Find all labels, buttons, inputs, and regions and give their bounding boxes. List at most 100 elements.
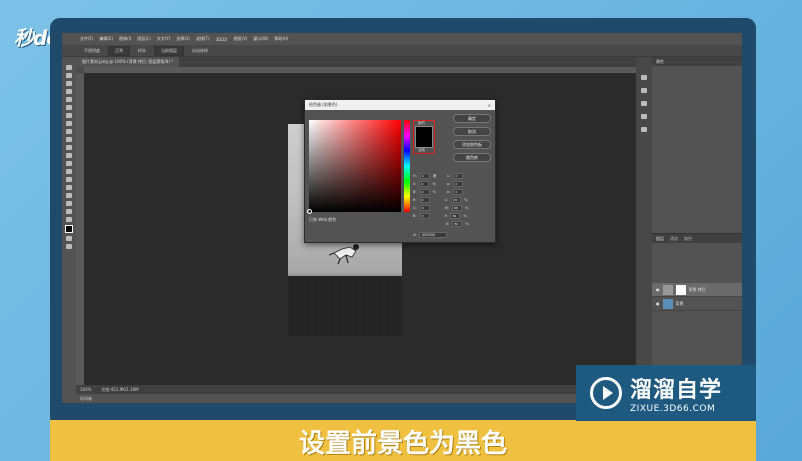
hue-slider[interactable]: [404, 120, 410, 212]
web-colors-checkbox[interactable]: 只有 Web 颜色: [309, 217, 336, 223]
yellow-input[interactable]: 89: [450, 213, 461, 219]
tab-layers[interactable]: 图层: [656, 236, 664, 242]
paragraph-panel-icon[interactable]: [641, 101, 647, 106]
add-to-swatches-button[interactable]: 添加到色板: [453, 140, 491, 149]
hand-tool-icon[interactable]: [66, 209, 72, 214]
hue-input[interactable]: 0: [419, 173, 430, 179]
menu-select[interactable]: 选择(S): [176, 36, 190, 42]
lasso-tool-icon[interactable]: [66, 81, 72, 86]
quick-mask-icon[interactable]: [66, 236, 72, 241]
brightness-input[interactable]: 0: [419, 189, 430, 195]
foreground-color-swatch[interactable]: [65, 225, 73, 233]
dialog-titlebar: 拾色器 (前景色) ×: [305, 100, 495, 110]
zoom-tool-icon[interactable]: [66, 217, 72, 222]
gradient-tool-icon[interactable]: [66, 153, 72, 158]
opacity-label: 不透明度: [84, 47, 100, 53]
grass-field: [288, 276, 402, 336]
brand-name: 溜溜自学: [630, 378, 723, 403]
subtitle-caption: 设置前景色为黑色: [298, 429, 507, 459]
color-field-cursor[interactable]: [307, 209, 312, 214]
zoom-level[interactable]: 100%: [80, 387, 91, 392]
adjustments-panel-icon[interactable]: [641, 88, 647, 93]
document-tab[interactable]: 图片素材.jpeg @ 100% (背景 拷贝, 图层蒙版/8) *: [76, 57, 180, 67]
screen-mode-icon[interactable]: [66, 244, 72, 249]
auto-erase-checkbox[interactable]: 自动抹除: [192, 48, 208, 54]
menu-help[interactable]: 帮助(H): [274, 36, 288, 42]
black-input[interactable]: 80: [452, 221, 463, 227]
tools-panel: [62, 57, 76, 403]
green-input[interactable]: 0: [419, 205, 430, 211]
history-brush-tool-icon[interactable]: [66, 137, 72, 142]
magenta-input[interactable]: 88: [452, 205, 463, 211]
stamp-tool-icon[interactable]: [66, 129, 72, 134]
dialog-title: 拾色器 (前景色): [309, 102, 338, 107]
timeline-label[interactable]: 时间轴: [80, 396, 92, 402]
layer-name: 背景 拷贝: [688, 286, 706, 292]
menu-view[interactable]: 视图(V): [233, 36, 247, 42]
dodge-tool-icon[interactable]: [66, 169, 72, 174]
ok-button[interactable]: 确定: [453, 114, 491, 123]
menu-image[interactable]: 图像(I): [119, 36, 131, 42]
layer-name: 背景: [675, 300, 684, 306]
type-tool-icon[interactable]: [66, 185, 72, 190]
quick-select-tool-icon[interactable]: [66, 89, 72, 94]
properties-header[interactable]: 属性: [652, 57, 742, 66]
blue-input[interactable]: 0: [419, 213, 430, 219]
status-bar: 100% 文档:451.9K/1.36M: [76, 385, 636, 394]
brush-tool-icon[interactable]: [66, 121, 72, 126]
lab-a-input[interactable]: 0: [453, 181, 464, 187]
eraser-tool-icon[interactable]: [66, 145, 72, 150]
menu-file[interactable]: 文件(F): [80, 36, 93, 42]
layer-row[interactable]: ● 背景: [652, 297, 742, 311]
menu-filter[interactable]: 滤镜(T): [196, 36, 210, 42]
menu-window[interactable]: 窗口(W): [253, 36, 268, 42]
menu-bar: 文件(F) 编辑(E) 图像(I) 图层(L) 文字(Y) 选择(S) 滤镜(T…: [62, 33, 742, 45]
healing-tool-icon[interactable]: [66, 113, 72, 118]
character-panel-icon[interactable]: [641, 114, 647, 119]
color-libraries-button[interactable]: 颜色库: [453, 153, 491, 162]
layer-row[interactable]: ● 背景 拷贝: [652, 283, 742, 297]
layer-mask-thumbnail[interactable]: [675, 284, 686, 295]
eye-icon[interactable]: ●: [656, 301, 660, 306]
move-tool-icon[interactable]: [66, 65, 72, 70]
layer-thumbnail: [662, 298, 673, 309]
path-select-tool-icon[interactable]: [66, 193, 72, 198]
color-field[interactable]: [307, 120, 401, 214]
lab-b-input[interactable]: 0: [453, 189, 464, 195]
shape-tool-icon[interactable]: [66, 201, 72, 206]
red-input[interactable]: 0: [419, 197, 430, 203]
color-values: H: 0 度 L: 0 S: 0% a: 0 B: 0% b: 0 R: 0 C: 93% G: 0 M: 88…: [413, 173, 469, 227]
eyedropper-tool-icon[interactable]: [66, 105, 72, 110]
new-color-swatch: [415, 126, 433, 148]
tab-channels[interactable]: 通道: [670, 236, 678, 242]
tab-paths[interactable]: 路径: [684, 236, 692, 242]
menu-3d[interactable]: 3D(D): [216, 37, 228, 42]
menu-layer[interactable]: 图层(L): [137, 36, 150, 42]
hex-row: # 000000: [413, 232, 447, 238]
doc-size: 文档:451.9K/1.36M: [101, 386, 139, 392]
document-tabs: 图片素材.jpeg @ 100% (背景 拷贝, 图层蒙版/8) *: [76, 57, 636, 67]
marquee-tool-icon[interactable]: [66, 73, 72, 78]
blur-tool-icon[interactable]: [66, 161, 72, 166]
eye-icon[interactable]: ●: [656, 287, 660, 292]
layer-thumbnail: [662, 284, 673, 295]
saturation-input[interactable]: 0: [419, 181, 430, 187]
panel-icon-strip: [636, 57, 652, 403]
hex-input[interactable]: 000000: [418, 232, 447, 238]
cyan-input[interactable]: 93: [451, 197, 462, 203]
mode-select[interactable]: 正常: [108, 45, 130, 56]
crop-tool-icon[interactable]: [66, 97, 72, 102]
history-panel-icon[interactable]: [641, 75, 647, 80]
pen-tool-icon[interactable]: [66, 177, 72, 182]
brush-settings-icon[interactable]: [641, 127, 647, 132]
lab-l-input[interactable]: 0: [453, 173, 464, 179]
sample-select[interactable]: 当前图层: [154, 45, 184, 56]
vertical-ruler: [76, 73, 84, 385]
play-icon: [590, 377, 622, 409]
menu-edit[interactable]: 编辑(E): [99, 36, 113, 42]
close-icon[interactable]: ×: [488, 103, 491, 108]
cancel-button[interactable]: 取消: [453, 127, 491, 136]
photoshop-window: 文件(F) 编辑(E) 图像(I) 图层(L) 文字(Y) 选择(S) 滤镜(T…: [62, 33, 742, 403]
current-color-label: 当前: [418, 148, 425, 152]
menu-type[interactable]: 文字(Y): [157, 36, 171, 42]
